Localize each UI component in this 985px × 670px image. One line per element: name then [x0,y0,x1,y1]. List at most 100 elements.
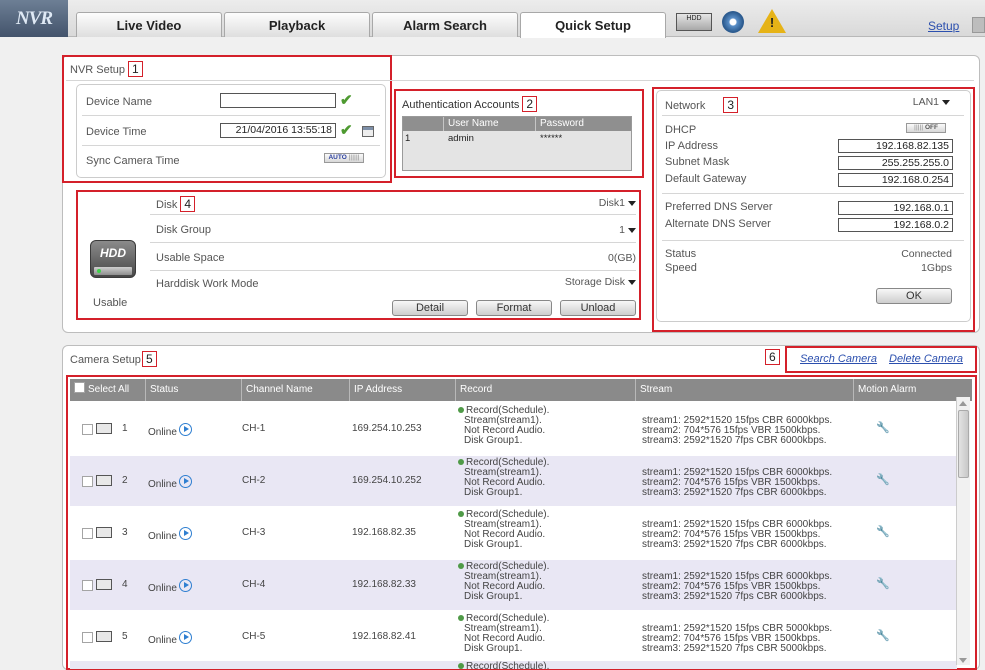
record-partial: Record(Schedule). [458,662,549,669]
detail-button[interactable]: Detail [392,300,468,316]
col-sep [535,117,536,131]
disk-group-label: Disk Group [156,224,212,236]
record-info: Record(Schedule). Stream(stream1). Not R… [458,510,549,550]
motion-alarm-settings-icon[interactable]: 🔧 [876,577,890,590]
row-number: 4 [122,579,128,590]
ip-address: 169.254.10.253 [352,423,422,434]
default-gateway-input[interactable]: 192.168.0.254 [838,173,953,187]
dhcp-label: DHCP [665,124,697,136]
format-button[interactable]: Format [476,300,552,316]
lan-select[interactable]: LAN1 [880,96,950,108]
table-row[interactable]: 5 Online CH-5 192.168.82.41 Record(Sched… [70,612,957,662]
motion-alarm-header: Motion Alarm [858,384,917,395]
device-name-input[interactable] [220,93,336,108]
ok-button[interactable]: OK [876,288,952,304]
channel-name: CH-2 [242,475,266,486]
row-checkbox[interactable] [82,424,93,435]
motion-alarm-settings-icon[interactable]: 🔧 [876,421,890,434]
camera-icon [96,631,112,642]
stream-info: stream1: 2592*1520 15fps CBR 6000kbps. st… [642,415,833,446]
divider [662,193,964,194]
auth-row-user[interactable]: admin [448,133,474,144]
setup-link[interactable]: Setup [928,19,959,33]
stream-info: stream1: 2592*1520 15fps CBR 5000kbps. st… [642,623,833,654]
select-all-header[interactable]: Select All [70,379,146,401]
alternate-dns-input[interactable]: 192.168.0.2 [838,218,953,232]
play-icon[interactable] [178,423,192,436]
status-header: Status [146,379,242,401]
preferred-dns-input[interactable]: 192.168.0.1 [838,201,953,215]
usable-space-value: 0(GB) [607,252,636,264]
network-title: Network 3 [665,97,739,113]
disk-label: Disk 4 [156,196,196,212]
ip-address-input[interactable]: 192.168.82.135 [838,139,953,153]
play-icon[interactable] [178,475,192,488]
auth-col-user: User Name [448,118,499,129]
motion-alarm-settings-icon[interactable]: 🔧 [876,473,890,486]
camera-icon [96,527,112,538]
status-cell: Online [148,579,192,594]
camera-table-body: 1 Online CH-1 169.254.10.253 Record(Sche… [70,401,957,669]
record-header: Record [456,379,636,401]
motion-alarm-settings-icon[interactable]: 🔧 [876,629,890,642]
play-icon[interactable] [178,631,192,644]
row-checkbox[interactable] [82,476,93,487]
status-cell: Online [148,631,192,646]
auth-col-password: Password [540,118,584,129]
calendar-icon[interactable] [362,126,374,137]
channel-name: CH-4 [242,579,266,590]
sync-time-toggle[interactable]: AUTO |||||| [324,153,364,163]
disc-icon[interactable] [722,11,744,33]
dhcp-toggle[interactable]: ||||| OFF [906,123,946,133]
preferred-dns-label: Preferred DNS Server [665,201,773,213]
row-checkbox[interactable] [82,580,93,591]
select-all-checkbox[interactable] [74,382,85,393]
stream-info: stream1: 2592*1520 15fps CBR 6000kbps. st… [642,467,833,498]
exit-icon[interactable] [972,17,985,33]
subnet-mask-input[interactable]: 255.255.255.0 [838,156,953,170]
device-time-label: Device Time [86,126,147,138]
alternate-dns-label: Alternate DNS Server [665,218,771,230]
disk-group-select[interactable]: 1 [520,224,636,236]
play-icon[interactable] [178,579,192,592]
stream-info: stream1: 2592*1520 15fps CBR 6000kbps. st… [642,571,833,602]
delete-camera-link[interactable]: Delete Camera [889,353,963,365]
divider [150,270,636,271]
disk-select[interactable]: Disk1 [520,197,636,209]
device-name-confirm-icon[interactable]: ✔ [340,93,353,108]
row-checkbox[interactable] [82,528,93,539]
camera-table-header: Select All Status Channel Name IP Addres… [70,379,972,401]
divider [662,240,964,241]
status-cell: Online [148,527,192,542]
record-info: Record(Schedule). Stream(stream1). Not R… [458,614,549,654]
play-icon[interactable] [178,527,192,540]
status-value: Connected [901,248,952,260]
motion-alarm-settings-icon[interactable]: 🔧 [876,525,890,538]
authentication-accounts-title: Authentication Accounts 2 [402,96,538,112]
scroll-thumb[interactable] [958,410,969,478]
tab-playback[interactable]: Playback [224,12,370,37]
row-checkbox[interactable] [82,632,93,643]
record-info: Record(Schedule). Stream(stream1). Not R… [458,562,549,602]
record-info: Record(Schedule). Stream(stream1). Not R… [458,406,549,446]
search-camera-link[interactable]: Search Camera [800,353,877,365]
tab-alarm-search[interactable]: Alarm Search [372,12,518,37]
scroll-down-arrow[interactable] [959,658,967,663]
table-row[interactable]: 1 Online CH-1 169.254.10.253 Record(Sche… [70,404,957,454]
table-row[interactable]: 4 Online CH-4 192.168.82.33 Record(Sched… [70,560,957,610]
work-mode-select[interactable]: Storage Disk [500,276,636,288]
table-row[interactable]: 3 Online CH-3 192.168.82.35 Record(Sched… [70,508,957,558]
unload-button[interactable]: Unload [560,300,636,316]
nvr-setup-title: NVR Setup 1 [70,61,143,77]
device-time-confirm-icon[interactable]: ✔ [340,123,353,138]
ip-address-label: IP Address [665,140,718,152]
hdd-status-icon[interactable]: HDD [676,13,712,31]
scroll-up-arrow[interactable] [959,401,967,406]
table-row[interactable]: 2 Online CH-2 169.254.10.252 Record(Sche… [70,456,957,506]
auth-table-header [403,117,631,131]
tab-quick-setup[interactable]: Quick Setup [520,12,666,38]
device-time-input[interactable]: 21/04/2016 13:55:18 [220,123,336,138]
tab-live-video[interactable]: Live Video [76,12,222,37]
ip-address: 192.168.82.41 [352,631,416,642]
speed-label: Speed [665,262,697,274]
